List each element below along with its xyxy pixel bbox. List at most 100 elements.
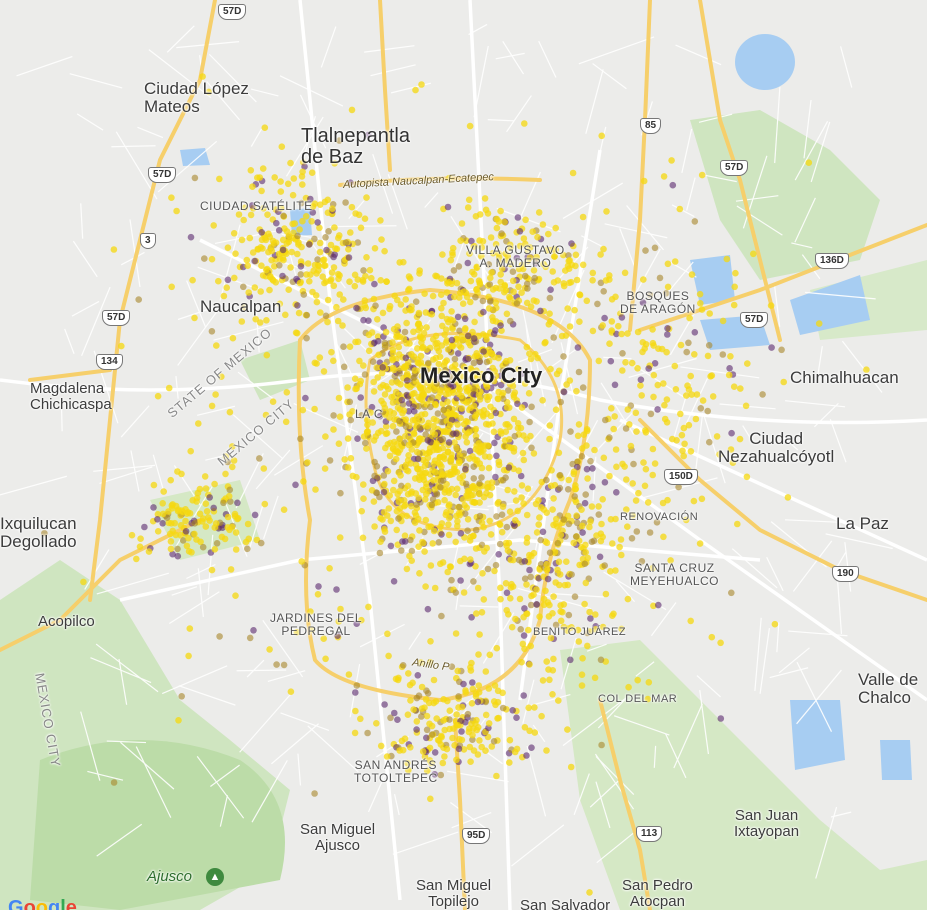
data-point — [365, 331, 373, 339]
data-point — [523, 539, 531, 546]
data-point — [567, 763, 575, 771]
data-point — [416, 424, 424, 431]
data-point — [474, 698, 482, 706]
data-point — [419, 343, 427, 351]
data-point — [377, 217, 384, 224]
data-point — [291, 220, 299, 227]
data-point — [357, 394, 365, 401]
data-point — [344, 384, 351, 391]
place-label-naucalpan: Naucalpan — [200, 297, 282, 316]
data-point — [415, 309, 423, 317]
data-point — [546, 422, 554, 429]
data-point — [501, 437, 509, 444]
data-point — [472, 526, 480, 534]
data-point — [297, 263, 305, 270]
data-point — [530, 549, 538, 557]
data-point — [402, 501, 409, 509]
data-point — [442, 326, 450, 334]
data-point — [610, 425, 617, 433]
street-segment — [239, 693, 291, 753]
lake — [880, 740, 912, 780]
data-point — [340, 296, 347, 303]
data-point — [730, 301, 738, 309]
data-point — [418, 713, 425, 720]
data-point — [282, 418, 290, 426]
data-point — [159, 510, 167, 518]
data-point — [330, 412, 337, 419]
data-point — [520, 692, 527, 699]
data-point — [441, 726, 449, 734]
data-point — [486, 298, 494, 305]
data-point — [576, 318, 583, 326]
data-point — [458, 728, 465, 735]
data-point — [493, 452, 500, 460]
data-point — [387, 517, 395, 525]
data-point — [415, 494, 423, 502]
data-point — [430, 460, 438, 468]
data-point — [428, 731, 436, 738]
data-point — [356, 357, 363, 365]
data-point — [257, 539, 265, 547]
data-point — [177, 522, 185, 529]
map-canvas[interactable]: Ciudad López Mateos Tlalnepantla de Baz … — [0, 0, 927, 910]
data-point — [421, 290, 428, 298]
data-point — [624, 523, 631, 530]
data-point — [321, 198, 329, 206]
place-label-nezahualcoyotl: Ciudad Nezahualcóyotl — [718, 429, 835, 466]
data-point — [480, 407, 488, 414]
data-point — [347, 229, 354, 236]
data-point — [240, 216, 247, 224]
data-point — [328, 348, 335, 356]
data-point — [462, 687, 469, 694]
data-point — [415, 403, 423, 410]
data-point — [518, 658, 525, 666]
data-point — [771, 620, 779, 628]
data-point — [602, 590, 610, 598]
data-point — [506, 736, 514, 744]
lake — [735, 34, 795, 90]
data-point — [683, 348, 690, 356]
data-point — [387, 542, 395, 550]
data-point — [441, 496, 448, 504]
data-point — [429, 292, 437, 300]
data-point — [553, 370, 561, 378]
data-point — [493, 772, 500, 780]
data-point — [423, 726, 431, 734]
street-segment — [370, 64, 416, 77]
data-point — [383, 278, 390, 286]
data-point — [427, 795, 434, 803]
data-point — [594, 300, 601, 308]
data-point — [345, 671, 353, 678]
data-point — [612, 446, 620, 453]
data-point — [263, 317, 270, 324]
data-point — [167, 476, 174, 484]
data-point — [392, 388, 400, 396]
data-point — [424, 422, 432, 430]
street-segment — [267, 670, 306, 683]
data-point — [516, 595, 524, 603]
data-point — [511, 389, 519, 396]
data-point — [240, 283, 247, 291]
data-point — [687, 617, 694, 625]
data-point — [510, 288, 517, 296]
data-point — [437, 291, 445, 299]
data-point — [610, 610, 617, 618]
data-point — [430, 676, 438, 684]
data-point — [354, 435, 361, 443]
data-point — [608, 327, 615, 334]
data-point — [292, 481, 299, 489]
data-point — [283, 240, 291, 247]
data-point — [460, 420, 468, 428]
data-point — [321, 465, 329, 472]
data-point — [172, 531, 180, 539]
data-point — [395, 351, 403, 358]
data-point — [621, 463, 628, 470]
google-logo[interactable]: Google — [8, 898, 77, 910]
street-segment — [840, 46, 853, 88]
data-point — [165, 384, 173, 392]
data-point — [507, 556, 514, 564]
data-point — [645, 679, 653, 686]
data-point — [621, 269, 629, 277]
data-point — [182, 528, 190, 535]
data-point — [582, 541, 589, 549]
